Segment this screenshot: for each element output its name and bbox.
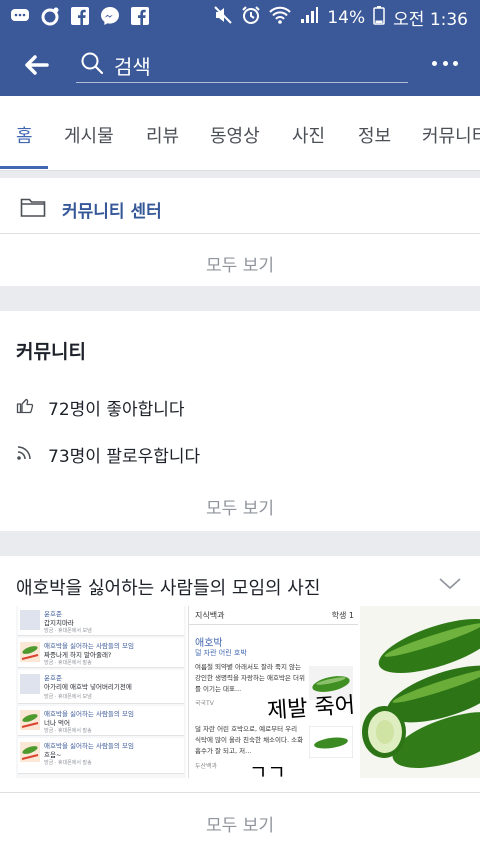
photo-thumbnail[interactable]: 지식백과 학생 1 애호박 덜 자란 어린 호박 여름철 뙤약볕 아래서도 잘라… [188,606,358,778]
active-tab-indicator [0,166,48,169]
avatar [20,674,40,694]
avatar [20,610,40,630]
alarm-icon [241,5,261,30]
tab-reviews[interactable]: 리뷰 [146,122,179,148]
community-center-label: 커뮤니티 센터 [62,201,162,222]
facebook-notification-icon [70,6,90,26]
app-bar: 검색 [0,33,480,96]
page-tabs: 홈 게시물 리뷰 동영상 사진 정보 커뮤니티 [0,96,480,171]
zucchini-avatar-icon [20,642,40,662]
community-title: 커뮤니티 [16,341,86,363]
camera-app-icon [40,6,60,26]
photo-thumbnail[interactable]: 윤호준 갑지치마라 방금 · 휴대폰에서 보냄 애호박을 싫어하는 사람들의 모… [16,606,186,778]
community-card: 커뮤니티 72명이 좋아합니다 73명이 팔로우합니다 모두 보기 [0,311,480,531]
divider [0,792,480,793]
signal-icon [299,6,319,29]
chat-bubble-icon [10,6,30,26]
photo-strip: 윤호준 갑지치마라 방금 · 휴대폰에서 보냄 애호박을 싫어하는 사람들의 모… [16,606,480,778]
rss-follow-icon [16,443,34,466]
community-center-card: 커뮤니티 센터 모두 보기 [0,178,480,286]
chat-row: 윤호준 갑지치마라 방금 · 휴대폰에서 보냄 [18,606,184,636]
divider [0,233,480,234]
see-all-button[interactable]: 모두 보기 [0,811,480,836]
photos-card: 애호박을 싫어하는 사람들의 모임의 사진 윤호준 갑지치마라 방금 · 휴대폰… [0,556,480,853]
chat-row: 애호박을 싫어하는 사람들의 모임 짜증나게 하지 말아줄래? 방금 · 휴대폰… [18,638,184,668]
chat-row: 애호박을 싫어하는 사람들의 모임 흐음~ 방금 · 휴대폰에서 발송 [18,738,184,774]
search-icon [80,51,104,75]
likes-count-text: 72명이 좋아합니다 [48,400,185,420]
status-bar: 14% 오전 1:36 [0,0,480,33]
tab-photos[interactable]: 사진 [292,122,325,148]
tab-videos[interactable]: 동영상 [210,122,260,148]
mute-icon [213,5,233,30]
community-center-link[interactable]: 커뮤니티 센터 [20,196,162,222]
handwritten-text: ㄱㄱ [249,760,286,778]
chat-row: 애호박을 싫어하는 사람들의 모임 너나 먹어 방금 · 휴대폰에서 발송 [18,706,184,736]
thumbs-up-icon [16,396,34,419]
zucchini-photo[interactable] [360,606,480,778]
search-field[interactable]: 검색 [76,47,408,83]
folder-icon [20,196,46,222]
battery-percent: 14% [327,7,366,28]
handwritten-text: 제발 죽어 [266,692,356,725]
facebook-notification-icon-2 [130,6,150,26]
likes-row: 72명이 좋아합니다 [16,395,185,420]
chat-row: 윤호준 아가리에 애호박 넣어버리기전에 방금 · 휴대폰에서 보냄 [18,670,184,704]
follows-row: 73명이 팔로우합니다 [16,442,200,467]
zucchini-avatar-icon [20,710,40,730]
tab-community[interactable]: 커뮤니티 [422,122,480,148]
tab-home[interactable]: 홈 [16,122,33,148]
chevron-down-icon[interactable] [438,576,462,592]
zucchini-image [308,725,354,762]
see-all-button[interactable]: 모두 보기 [0,494,480,519]
photos-section-title: 애호박을 싫어하는 사람들의 모임의 사진 [16,578,321,599]
tab-about[interactable]: 정보 [358,122,391,148]
wifi-icon [269,6,292,29]
back-arrow-icon[interactable] [22,51,50,79]
messenger-icon [100,6,120,26]
tab-posts[interactable]: 게시물 [64,122,114,148]
clock: 오전 1:36 [393,10,468,30]
see-all-button[interactable]: 모두 보기 [0,251,480,276]
more-options-icon[interactable] [432,61,458,69]
zucchini-avatar-icon [20,742,40,762]
follows-count-text: 73명이 팔로우합니다 [48,447,201,467]
divider [189,624,358,625]
search-placeholder: 검색 [114,55,151,79]
battery-icon [373,5,385,30]
